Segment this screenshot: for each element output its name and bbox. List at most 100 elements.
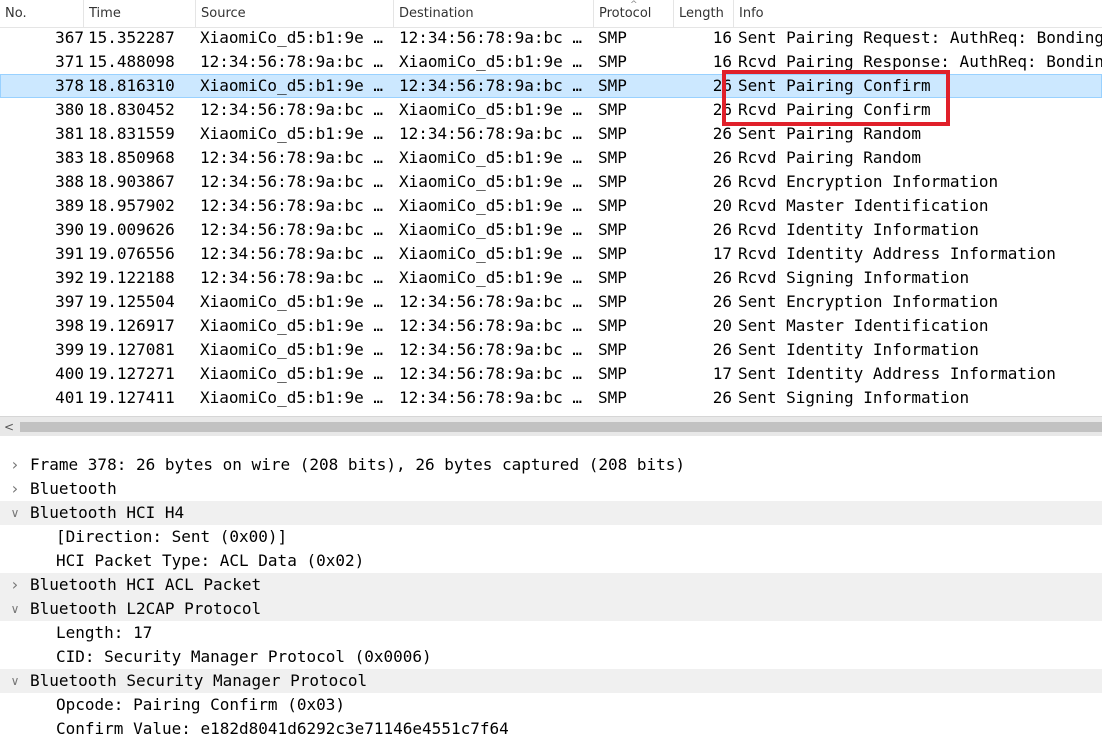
cell-time: 19.125504 xyxy=(88,292,175,311)
cell-info: Rcvd Identity Information xyxy=(738,220,979,239)
cell-protocol: SMP xyxy=(598,388,627,407)
cell-source: 12:34:56:78:9a:bc … xyxy=(200,148,384,167)
chevron-right-icon[interactable]: › xyxy=(8,573,22,597)
packet-row[interactable]: 400 19.127271 XiaomiCo_d5:b1:9e … 12:34:56:… xyxy=(0,362,1102,386)
tree-node[interactable]: ∨ Bluetooth L2CAP Protocol xyxy=(0,597,1102,621)
cell-time: 19.009626 xyxy=(88,220,175,239)
column-header-no[interactable]: No. xyxy=(0,0,84,28)
cell-destination: 12:34:56:78:9a:bc … xyxy=(399,364,583,383)
column-header-protocol[interactable]: ^ Protocol xyxy=(594,0,674,28)
cell-protocol: SMP xyxy=(598,172,627,191)
cell-protocol: SMP xyxy=(598,292,627,311)
packet-row[interactable]: 399 19.127081 XiaomiCo_d5:b1:9e … 12:34:56:… xyxy=(0,338,1102,362)
chevron-left-icon[interactable]: < xyxy=(4,417,14,437)
column-header-source[interactable]: Source xyxy=(196,0,394,28)
tree-node[interactable]: › Bluetooth HCI ACL Packet xyxy=(0,573,1102,597)
packet-row[interactable]: 391 19.076556 12:34:56:78:9a:bc … XiaomiCo_… xyxy=(0,242,1102,266)
cell-protocol: SMP xyxy=(598,268,627,287)
cell-length: 16 xyxy=(712,28,732,47)
chevron-right-icon[interactable]: › xyxy=(8,453,22,477)
packet-row[interactable]: 398 19.126917 XiaomiCo_d5:b1:9e … 12:34:56:… xyxy=(0,314,1102,338)
cell-source: 12:34:56:78:9a:bc … xyxy=(200,244,384,263)
cell-source: 12:34:56:78:9a:bc … xyxy=(200,100,384,119)
column-header-length[interactable]: Length xyxy=(674,0,734,28)
packet-row[interactable]: 367 15.352287 XiaomiCo_d5:b1:9e … 12:34:56:… xyxy=(0,26,1102,50)
cell-length: 26 xyxy=(712,292,732,311)
cell-length: 20 xyxy=(712,316,732,335)
tree-node[interactable]: ∨ Bluetooth Security Manager Protocol xyxy=(0,669,1102,693)
cell-time: 18.830452 xyxy=(88,100,175,119)
cell-length: 26 xyxy=(712,340,732,359)
packet-row[interactable]: 401 19.127411 XiaomiCo_d5:b1:9e … 12:34:56:… xyxy=(0,386,1102,410)
cell-destination: 12:34:56:78:9a:bc … xyxy=(399,340,583,359)
cell-no: 378 xyxy=(55,76,84,95)
packet-row[interactable]: 397 19.125504 XiaomiCo_d5:b1:9e … 12:34:56:… xyxy=(0,290,1102,314)
tree-label: HCI Packet Type: ACL Data (0x02) xyxy=(56,551,365,570)
cell-source: XiaomiCo_d5:b1:9e … xyxy=(200,76,384,95)
chevron-down-icon[interactable]: ∨ xyxy=(8,597,22,621)
cell-destination: 12:34:56:78:9a:bc … xyxy=(399,388,583,407)
packet-row-selected[interactable]: 378 18.816310 XiaomiCo_d5:b1:9e … 12:34:56:… xyxy=(0,74,1102,98)
chevron-down-icon[interactable]: ∨ xyxy=(8,501,22,525)
cell-no: 389 xyxy=(55,196,84,215)
packet-details-pane: › Frame 378: 26 bytes on wire (208 bits),… xyxy=(0,436,1102,746)
packet-row[interactable]: 381 18.831559 XiaomiCo_d5:b1:9e … 12:34:56:… xyxy=(0,122,1102,146)
cell-protocol: SMP xyxy=(598,340,627,359)
cell-length: 26 xyxy=(712,148,732,167)
cell-info: Sent Pairing Confirm xyxy=(738,76,931,95)
column-header-info[interactable]: Info xyxy=(734,0,1102,28)
protocol-tree: › Frame 378: 26 bytes on wire (208 bits),… xyxy=(0,453,1102,741)
cell-time: 19.076556 xyxy=(88,244,175,263)
cell-destination: XiaomiCo_d5:b1:9e … xyxy=(399,148,583,167)
cell-info: Rcvd Pairing Confirm xyxy=(738,100,931,119)
tree-node[interactable]: › Bluetooth xyxy=(0,477,1102,501)
cell-info: Rcvd Encryption Information xyxy=(738,172,999,191)
cell-no: 401 xyxy=(55,388,84,407)
tree-label: Bluetooth Security Manager Protocol xyxy=(30,671,368,690)
cell-source: XiaomiCo_d5:b1:9e … xyxy=(200,124,384,143)
cell-protocol: SMP xyxy=(598,76,627,95)
cell-protocol: SMP xyxy=(598,100,627,119)
packet-row[interactable]: 380 18.830452 12:34:56:78:9a:bc … XiaomiCo_… xyxy=(0,98,1102,122)
cell-length: 17 xyxy=(712,364,732,383)
cell-protocol: SMP xyxy=(598,196,627,215)
horizontal-scrollbar[interactable]: < xyxy=(0,416,1102,436)
tree-field[interactable]: CID: Security Manager Protocol (0x0006) xyxy=(0,645,1102,669)
scrollbar-thumb[interactable] xyxy=(20,422,1102,432)
tree-field[interactable]: Confirm Value: e182d8041d6292c3e71146e45… xyxy=(0,717,1102,741)
packet-row[interactable]: 389 18.957902 12:34:56:78:9a:bc … XiaomiCo_… xyxy=(0,194,1102,218)
tree-field[interactable]: [Direction: Sent (0x00)] xyxy=(0,525,1102,549)
tree-field[interactable]: Length: 17 xyxy=(0,621,1102,645)
tree-field[interactable]: Opcode: Pairing Confirm (0x03) xyxy=(0,693,1102,717)
cell-destination: 12:34:56:78:9a:bc … xyxy=(399,124,583,143)
packet-row[interactable]: 390 19.009626 12:34:56:78:9a:bc … XiaomiCo_… xyxy=(0,218,1102,242)
tree-node[interactable]: › Frame 378: 26 bytes on wire (208 bits),… xyxy=(0,453,1102,477)
cell-destination: 12:34:56:78:9a:bc … xyxy=(399,292,583,311)
packet-row[interactable]: 383 18.850968 12:34:56:78:9a:bc … XiaomiCo_… xyxy=(0,146,1102,170)
packet-row[interactable]: 392 19.122188 12:34:56:78:9a:bc … XiaomiCo_… xyxy=(0,266,1102,290)
tree-label: Bluetooth HCI ACL Packet xyxy=(30,575,262,594)
packet-row[interactable]: 388 18.903867 12:34:56:78:9a:bc … XiaomiCo_… xyxy=(0,170,1102,194)
packet-row[interactable]: 371 15.488098 12:34:56:78:9a:bc … XiaomiCo_… xyxy=(0,50,1102,74)
cell-destination: XiaomiCo_d5:b1:9e … xyxy=(399,100,583,119)
packet-list: No. Time Source Destination ^ Protocol L… xyxy=(0,0,1102,416)
column-header-destination[interactable]: Destination xyxy=(394,0,594,28)
cell-info: Sent Identity Address Information xyxy=(738,364,1056,383)
cell-no: 397 xyxy=(55,292,84,311)
tree-field[interactable]: HCI Packet Type: ACL Data (0x02) xyxy=(0,549,1102,573)
tree-node[interactable]: ∨ Bluetooth HCI H4 xyxy=(0,501,1102,525)
chevron-right-icon[interactable]: › xyxy=(8,477,22,501)
cell-source: 12:34:56:78:9a:bc … xyxy=(200,52,384,71)
column-header-time[interactable]: Time xyxy=(84,0,196,28)
cell-source: XiaomiCo_d5:b1:9e … xyxy=(200,364,384,383)
cell-destination: XiaomiCo_d5:b1:9e … xyxy=(399,172,583,191)
cell-protocol: SMP xyxy=(598,124,627,143)
cell-source: XiaomiCo_d5:b1:9e … xyxy=(200,292,384,311)
cell-source: XiaomiCo_d5:b1:9e … xyxy=(200,340,384,359)
cell-destination: XiaomiCo_d5:b1:9e … xyxy=(399,220,583,239)
cell-no: 391 xyxy=(55,244,84,263)
cell-destination: 12:34:56:78:9a:bc … xyxy=(399,76,583,95)
cell-info: Sent Pairing Random xyxy=(738,124,922,143)
cell-no: 367 xyxy=(55,28,84,47)
chevron-down-icon[interactable]: ∨ xyxy=(8,669,22,693)
